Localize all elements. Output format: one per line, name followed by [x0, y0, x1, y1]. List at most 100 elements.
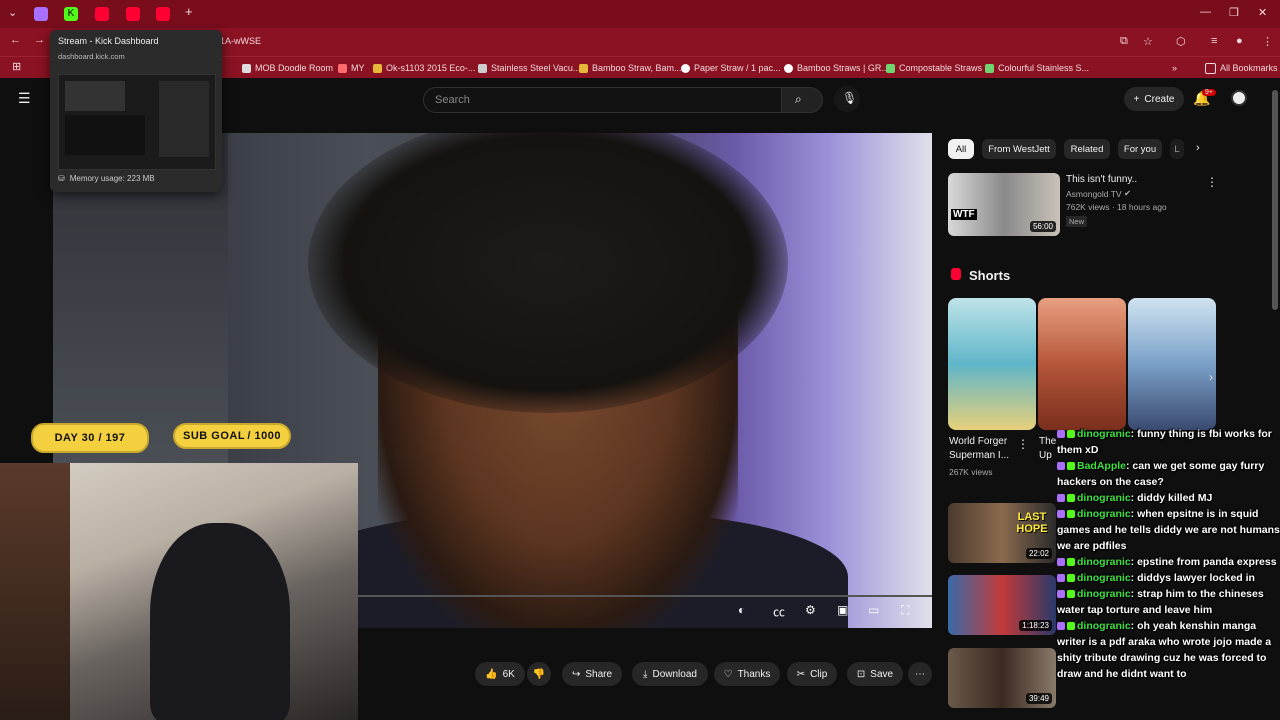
short-thumbnail[interactable] [1128, 298, 1216, 430]
recommended-video-thumbnail[interactable]: WTF 56:00 [948, 173, 1060, 236]
clip-button[interactable]: ✂ Clip [787, 662, 837, 686]
short-title-line1[interactable]: World Forger [949, 436, 1007, 447]
short-thumbnail[interactable] [948, 298, 1036, 430]
short-more-icon[interactable]: ⋮ [1017, 437, 1029, 451]
short-thumbnail[interactable] [1038, 298, 1126, 430]
theater-mode-icon[interactable]: ▭ [868, 603, 879, 617]
bookmark-item[interactable]: Paper Straw / 1 pac... [681, 60, 781, 76]
chip-all[interactable]: All [948, 139, 974, 159]
save-button[interactable]: ⊡ Save [847, 662, 903, 686]
install-icon[interactable]: ⧉ [1120, 35, 1128, 48]
bookmark-item[interactable]: Compostable Straws [886, 60, 982, 76]
chat-username: dinogranic [1077, 508, 1131, 520]
chip-more[interactable]: L [1170, 139, 1184, 159]
media-icon[interactable]: ≡ [1211, 35, 1217, 47]
tab-preview-thumbnail [58, 74, 216, 170]
thanks-button[interactable]: ♡ Thanks [714, 662, 780, 686]
download-label: Download [652, 668, 697, 680]
webcam-streamer [150, 523, 290, 720]
bookmark-star-icon[interactable]: ☆ [1143, 35, 1153, 48]
chevron-right-icon[interactable]: › [1196, 142, 1200, 154]
recommended-video-thumbnail[interactable]: LAST HOPE 22:02 [948, 503, 1056, 563]
subscriber-badge-icon [1057, 430, 1065, 439]
like-count: 6K [502, 668, 515, 680]
fullscreen-icon[interactable]: ⛶ [901, 603, 909, 618]
youtube-icon[interactable] [156, 7, 170, 21]
shorts-icon [951, 268, 961, 280]
chip-from-westjett[interactable]: From WestJett [982, 139, 1056, 159]
settings-gear-icon[interactable]: ⚙ [805, 603, 816, 617]
avatar[interactable] [1231, 90, 1247, 106]
chip-for-you[interactable]: For you [1118, 139, 1162, 159]
youtube-icon[interactable] [95, 7, 109, 21]
shorts-heading: Shorts [969, 268, 1011, 283]
voice-search-button[interactable]: 🎙 [834, 86, 860, 112]
youtube-icon[interactable] [126, 7, 140, 21]
like-button[interactable]: 👍 6K [475, 662, 525, 686]
recommended-video-thumbnail[interactable]: 1:18:23 [948, 575, 1056, 635]
tab-hover-card: Stream - Kick Dashboard dashboard.kick.c… [50, 30, 222, 192]
dislike-button[interactable]: 👎 [527, 662, 551, 686]
more-icon: ⋯ [915, 668, 925, 680]
recommended-video-title[interactable]: This isn't funny.. [1066, 174, 1137, 185]
memory-usage: ⛁ Memory usage: 223 MB [58, 174, 155, 183]
chip-related[interactable]: Related [1064, 139, 1110, 159]
bookmark-item[interactable]: Ok-s1103 2015 Eco-... [373, 60, 475, 76]
twitch-icon[interactable] [34, 7, 48, 21]
autoplay-toggle-icon[interactable]: ◐ [738, 603, 745, 617]
memory-icon: ⛁ [58, 174, 65, 183]
bookmark-item[interactable]: Colourful Stainless S... [985, 60, 1089, 76]
back-icon[interactable]: ← [10, 34, 21, 46]
chat-message: dinogranic: oh yeah kenshin manga writer… [1057, 618, 1280, 682]
more-options-icon[interactable]: ⋮ [1206, 175, 1218, 189]
bookmarks-overflow-icon[interactable]: » [1172, 60, 1177, 76]
search-input[interactable]: Search [423, 87, 783, 113]
video-duration: 39:49 [1025, 693, 1052, 704]
forward-icon[interactable]: → [34, 34, 45, 46]
extensions-icon[interactable]: ⬡ [1176, 35, 1186, 48]
download-button[interactable]: ⤓ Download [632, 662, 708, 686]
search-button[interactable]: ⌕ [781, 87, 823, 113]
bookmark-item[interactable]: Stainless Steel Vacu... [478, 60, 580, 76]
miniplayer-icon[interactable]: ▣ [837, 603, 848, 617]
day-counter-text: DAY 30 / 197 [54, 432, 126, 444]
sub-goal-value: / 1000 [247, 430, 281, 442]
close-icon[interactable]: ✕ [1258, 6, 1267, 19]
video-duration: 22:02 [1025, 548, 1052, 559]
video-progress-bar[interactable] [358, 595, 932, 597]
all-bookmarks[interactable]: All Bookmarks [1205, 60, 1278, 76]
kick-icon[interactable]: K [64, 7, 78, 21]
short-title-line1[interactable]: The [1039, 436, 1056, 447]
subscriber-badge-icon [1057, 462, 1065, 471]
recommended-video-thumbnail[interactable]: 39:49 [948, 648, 1056, 708]
kick-badge-icon [1067, 462, 1075, 471]
menu-icon[interactable]: ⋮ [1262, 35, 1273, 48]
share-button[interactable]: ↪ Share [562, 662, 622, 686]
url-text[interactable]: 1A-wWSE [220, 36, 261, 46]
short-title-line2[interactable]: Up [1039, 450, 1052, 461]
bookmark-item[interactable]: MY [338, 60, 365, 76]
chat-username: dinogranic [1077, 572, 1131, 584]
more-actions-button[interactable]: ⋯ [908, 662, 932, 686]
kick-badge-icon [1067, 494, 1075, 503]
profile-icon[interactable]: ● [1236, 35, 1243, 47]
tab-search-icon[interactable]: ⌄ [8, 6, 17, 19]
captions-icon[interactable]: ㏄ [773, 603, 785, 620]
thumbnail-text: LAST HOPE [1016, 511, 1048, 535]
apps-icon[interactable]: ⊞ [12, 60, 21, 73]
chat-username: dinogranic [1077, 492, 1131, 504]
create-button[interactable]: + Create [1124, 87, 1184, 111]
short-title-line2[interactable]: Superman I... [949, 450, 1009, 461]
hamburger-menu-icon[interactable]: ☰ [18, 90, 31, 107]
shorts-next-icon[interactable]: › [1209, 370, 1213, 384]
minimize-icon[interactable]: — [1200, 6, 1211, 18]
recommended-channel[interactable]: Asmongold TV [1066, 189, 1122, 199]
new-tab-button[interactable]: + [185, 4, 193, 19]
maximize-icon[interactable]: ❐ [1229, 6, 1239, 19]
microphone-icon: 🎙 [842, 91, 858, 105]
bookmark-item[interactable]: Bamboo Straw, Bam... [579, 60, 682, 76]
bookmark-item[interactable]: MOB Doodle Room [242, 60, 333, 76]
chat-username: dinogranic [1077, 588, 1131, 600]
page-scrollbar[interactable] [1272, 90, 1278, 310]
bookmark-item[interactable]: Bamboo Straws | GR... [784, 60, 889, 76]
